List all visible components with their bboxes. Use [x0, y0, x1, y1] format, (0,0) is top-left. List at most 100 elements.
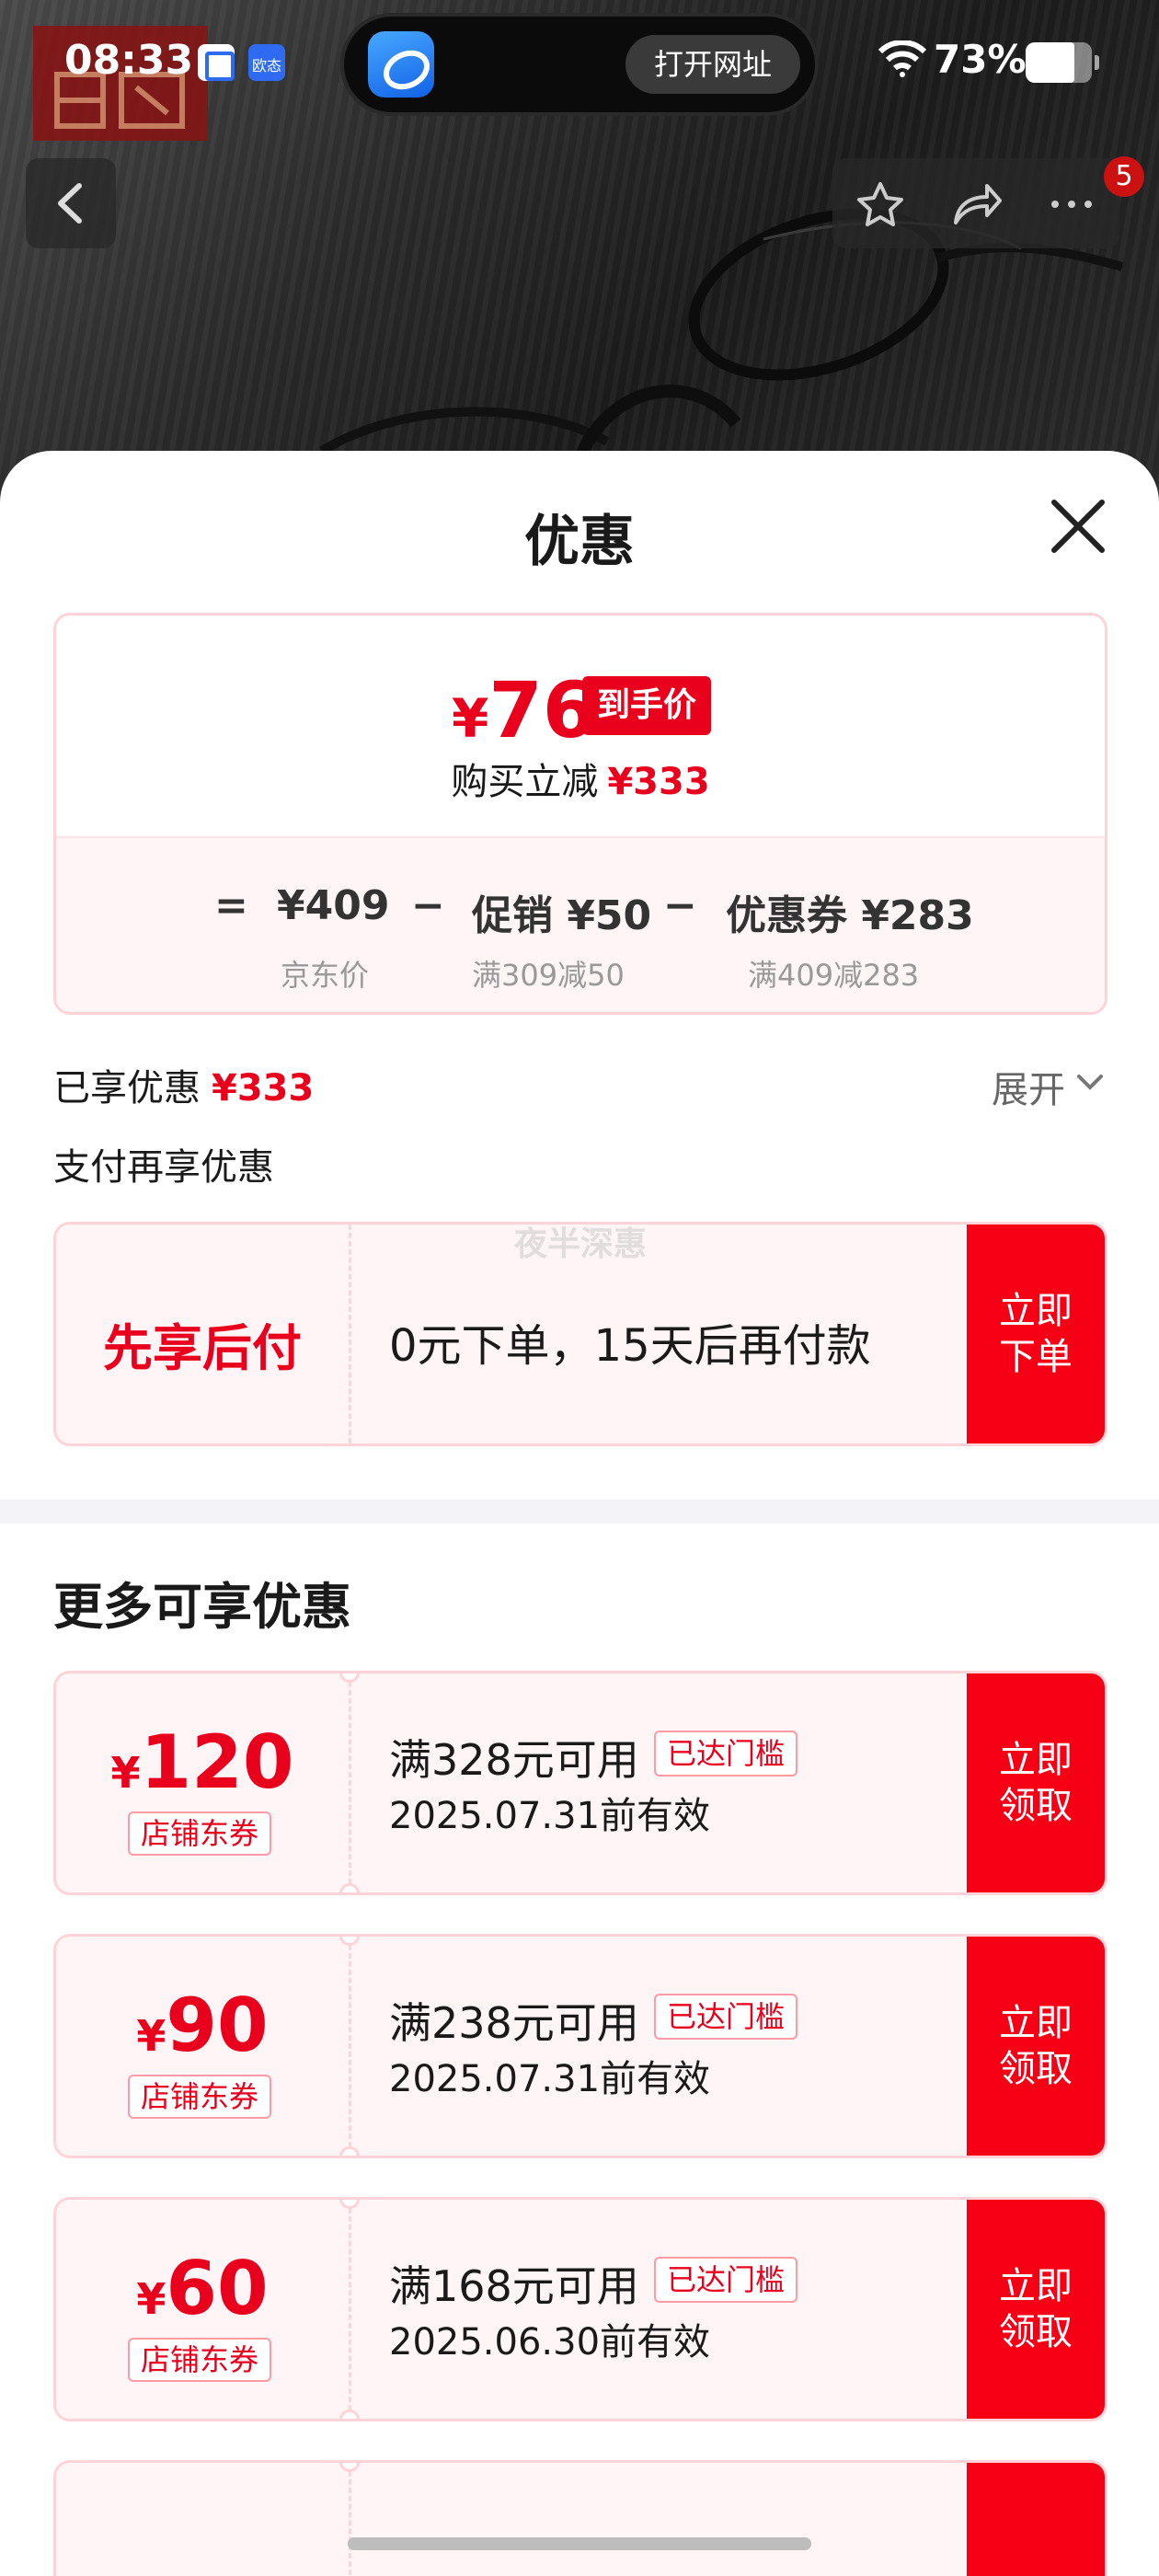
browser-app-icon[interactable] [368, 31, 434, 98]
open-url-button[interactable]: 打开网址 [625, 35, 800, 94]
threshold-badge: 已达门槛 [654, 2257, 798, 2303]
coupon-card[interactable]: ¥90 店铺东券 满238元可用 已达门槛 2025.07.31前有效 立即领取 [53, 1934, 1107, 2158]
card-notch [339, 2146, 360, 2156]
coupon-currency: ¥ [136, 2011, 166, 2061]
card-notch [339, 2200, 360, 2209]
card-divider [349, 1225, 351, 1443]
breakdown-promo-rule: 满309减50 [472, 958, 625, 993]
breakdown-equals: = [214, 882, 248, 929]
nav-actions [832, 158, 1119, 248]
claim-coupon-button[interactable]: 立即领取 [967, 1673, 1105, 1892]
more-discounts-title: 更多可享优惠 [53, 1578, 351, 1636]
discount-sheet: 优惠 ¥76 到手价 购买立减 ¥333 = ¥409 京东价 − 促销 ¥50 … [0, 451, 1159, 2576]
notification-app-label: 欧态 [251, 57, 281, 75]
claim-coupon-button[interactable] [967, 2463, 1105, 2576]
breakdown-jd-price-label: 京东价 [281, 958, 370, 993]
dynamic-island[interactable]: 打开网址 [340, 13, 819, 116]
claim-coupon-button[interactable]: 立即领取 [967, 1937, 1105, 2156]
wifi-icon [878, 40, 926, 77]
coupon-validity: 2025.06.30前有效 [389, 2321, 711, 2363]
home-indicator[interactable] [348, 2537, 811, 2550]
back-button[interactable] [26, 158, 116, 248]
claim-label: 立即领取 [999, 1739, 1073, 1827]
coupon-amount: ¥120 [56, 1719, 349, 1805]
order-now-label: 立即下单 [999, 1290, 1073, 1378]
star-icon [857, 182, 903, 226]
enjoyed-discount: 已享优惠 ¥333 [53, 1058, 314, 1111]
card-divider [349, 2200, 351, 2419]
instant-cut-label: 购买立减 [451, 761, 599, 803]
threshold-badge: 已达门槛 [654, 1731, 798, 1777]
chevron-down-icon [1077, 1075, 1103, 1090]
claim-label: 立即领取 [999, 2265, 1073, 2353]
coupon-condition: 满168元可用 [389, 2261, 639, 2311]
coupon-validity: 2025.07.31前有效 [389, 2058, 711, 2100]
pay-more-title: 支付再享优惠 [53, 1146, 274, 1189]
breakdown-jd-price: ¥409 [277, 882, 390, 929]
coupon-card[interactable]: ¥120 店铺东券 满328元可用 已达门槛 2025.07.31前有效 立即领… [53, 1671, 1107, 1895]
instant-cut-amount: ¥333 [607, 761, 710, 803]
breakdown-minus-1: − [411, 882, 445, 929]
card-divider [349, 1673, 351, 1892]
coupon-amount: ¥90 [56, 1983, 349, 2068]
final-price-currency: ¥ [452, 687, 489, 750]
battery-fill [1026, 42, 1074, 83]
coupon-value: 60 [166, 2246, 269, 2331]
coupon-value: 120 [140, 1719, 294, 1805]
notification-app-icon-2: 欧态 [248, 44, 285, 81]
breakdown-minus-2: − [663, 882, 697, 929]
more-icon [1051, 201, 1092, 208]
coupon-type: 店铺东券 [128, 1811, 272, 1856]
sheet-title: 优惠 [524, 510, 635, 574]
coupon-type: 店铺东券 [128, 2075, 272, 2119]
expand-label: 展开 [992, 1069, 1065, 1111]
coupon-currency: ¥ [136, 2274, 166, 2324]
instant-cut: 购买立减 ¥333 [56, 752, 1105, 805]
order-now-button[interactable]: 立即下单 [967, 1225, 1105, 1443]
breakdown-coupon-rule: 满409减283 [748, 958, 920, 993]
card-notch [339, 2409, 360, 2419]
notification-app-icon [198, 44, 235, 81]
coupon-condition: 满238元可用 [389, 1998, 639, 2048]
share-button[interactable] [928, 158, 1024, 248]
coupon-value: 90 [166, 1983, 269, 2068]
price-summary-card: ¥76 到手价 购买立减 ¥333 = ¥409 京东价 − 促销 ¥50 满30… [53, 613, 1107, 1015]
breakdown-promo: 促销 ¥50 [472, 892, 652, 939]
section-divider [0, 1500, 1159, 1524]
chevron-left-icon [58, 183, 82, 224]
claim-coupon-button[interactable]: 立即领取 [967, 2200, 1105, 2419]
card-divider [349, 2463, 351, 2576]
enjoyed-label: 已享优惠 [53, 1067, 201, 1110]
share-icon [954, 184, 1002, 224]
coupon-condition: 满328元可用 [389, 1735, 639, 1785]
coupon-type: 店铺东券 [128, 2338, 272, 2382]
close-button[interactable] [1049, 497, 1107, 556]
coupon-currency: ¥ [110, 1748, 141, 1798]
card-notch [339, 1937, 360, 1946]
threshold-badge: 已达门槛 [654, 1994, 798, 2040]
coupon-amount: ¥60 [56, 2246, 349, 2331]
favorite-button[interactable] [832, 158, 928, 248]
status-bar: 08:33 欧态 打开网址 73% [0, 0, 1159, 120]
notification-badge: 5 [1104, 156, 1144, 197]
expand-button[interactable]: 展开 [992, 1060, 1103, 1113]
claim-label: 立即领取 [999, 2002, 1073, 2090]
final-price: ¥76 [452, 665, 596, 755]
clock: 08:33 [64, 37, 194, 84]
card-notch [339, 2463, 360, 2472]
breakdown-coupon: 优惠券 ¥283 [726, 892, 974, 939]
final-price-value: 76 [488, 665, 597, 755]
bnpl-name: 先享后付 [103, 1319, 302, 1377]
card-notch [339, 1673, 360, 1683]
coupon-validity: 2025.07.31前有效 [389, 1795, 711, 1837]
coupon-card[interactable]: ¥60 店铺东券 满168元可用 已达门槛 2025.06.30前有效 立即领取 [53, 2197, 1107, 2421]
bnpl-description: 0元下单，15天后再付款 [389, 1320, 871, 1372]
final-price-tag: 到手价 [582, 676, 712, 735]
close-icon [1051, 500, 1105, 553]
coupon-card[interactable] [53, 2460, 1107, 2576]
battery-icon [1026, 42, 1099, 83]
watermark: 夜半深惠 [513, 1225, 647, 1263]
bnpl-card[interactable]: 夜半深惠 先享后付 0元下单，15天后再付款 立即下单 [53, 1222, 1107, 1446]
card-notch [339, 1883, 360, 1892]
card-divider [349, 1937, 351, 2156]
